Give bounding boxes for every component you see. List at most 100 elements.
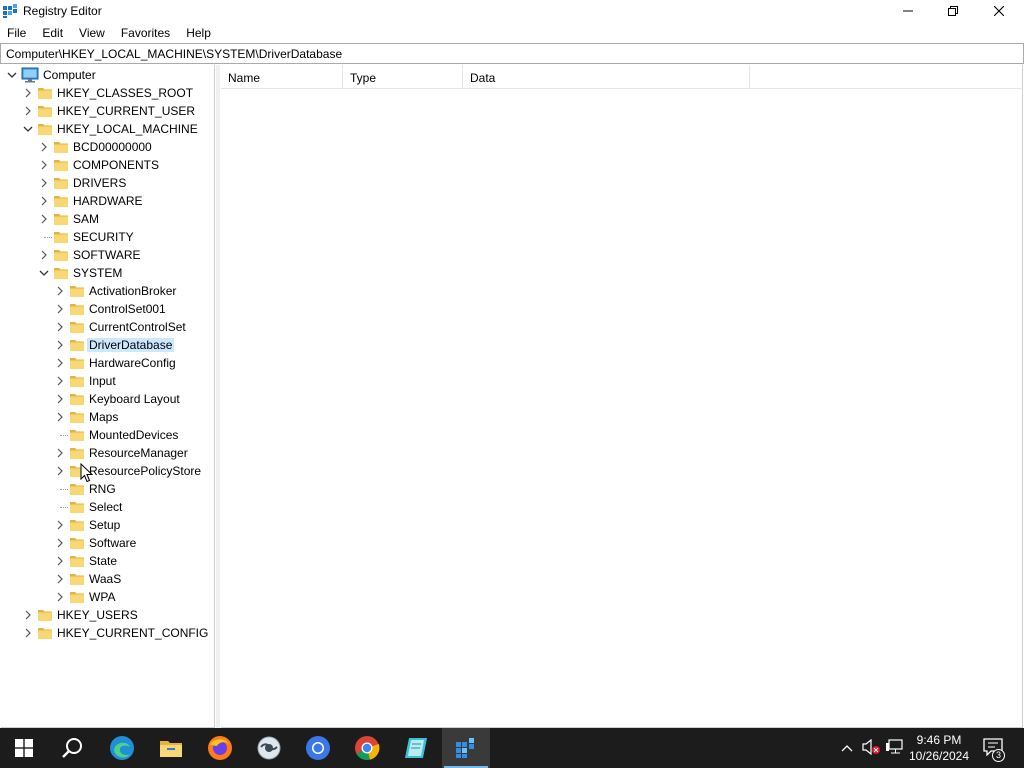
maximize-button[interactable] <box>930 0 976 22</box>
tree-node-label[interactable]: ResourceManager <box>87 446 190 460</box>
tree-node-label[interactable]: Computer <box>41 68 98 82</box>
address-path[interactable]: Computer\HKEY_LOCAL_MACHINE\SYSTEM\Drive… <box>6 47 342 61</box>
address-bar[interactable]: Computer\HKEY_LOCAL_MACHINE\SYSTEM\Drive… <box>0 43 1024 64</box>
tree-node-label[interactable]: WPA <box>87 590 117 604</box>
tree-node-hkey-local-machine[interactable]: HKEY_LOCAL_MACHINE <box>1 120 214 138</box>
tree-node-hkey-users[interactable]: HKEY_USERS <box>1 606 214 624</box>
tree-node-waas[interactable]: WaaS <box>1 570 214 588</box>
tree-node-hkey-current-config[interactable]: HKEY_CURRENT_CONFIG <box>1 624 214 642</box>
tree-node-wpa[interactable]: WPA <box>1 588 214 606</box>
volume-button[interactable] <box>860 728 882 768</box>
tree-node-label[interactable]: ResourcePolicyStore <box>87 464 203 478</box>
file-explorer-button[interactable] <box>147 728 195 768</box>
tree-node-label[interactable]: Software <box>87 536 138 550</box>
title-bar[interactable]: Registry Editor <box>0 0 1024 23</box>
notepad-button[interactable] <box>392 728 440 768</box>
tree-node-label[interactable]: HKEY_LOCAL_MACHINE <box>55 122 200 136</box>
tree-node-hkey-current-user[interactable]: HKEY_CURRENT_USER <box>1 102 214 120</box>
tree-node-hardwareconfig[interactable]: HardwareConfig <box>1 354 214 372</box>
key-tree-pane[interactable]: Computer HKEY_CLASSES_ROOT HKEY_CURRENT_US… <box>1 65 215 728</box>
tree-node-label[interactable]: CurrentControlSet <box>87 320 188 334</box>
chevron-right-icon[interactable] <box>53 354 67 372</box>
column-header-type[interactable]: Type <box>343 65 463 89</box>
tree-node-label[interactable]: Setup <box>87 518 122 532</box>
menu-favorites[interactable]: Favorites <box>113 23 178 43</box>
taskbar-clock[interactable]: 9:46 PM 10/26/2024 <box>903 732 975 764</box>
search-button[interactable] <box>48 728 96 768</box>
chevron-right-icon[interactable] <box>21 624 35 642</box>
tree-node-label[interactable]: ControlSet001 <box>87 302 168 316</box>
chevron-right-icon[interactable] <box>53 390 67 408</box>
menu-view[interactable]: View <box>71 23 113 43</box>
tree-node-label[interactable]: HKEY_USERS <box>55 608 140 622</box>
chevron-right-icon[interactable] <box>37 246 51 264</box>
chevron-right-icon[interactable] <box>53 444 67 462</box>
tree-node-label[interactable]: RNG <box>87 482 118 496</box>
tree-node-label[interactable]: State <box>87 554 119 568</box>
chevron-right-icon[interactable] <box>53 552 67 570</box>
chevron-right-icon[interactable] <box>53 534 67 552</box>
chevron-right-icon[interactable] <box>53 408 67 426</box>
chevron-right-icon[interactable] <box>53 372 67 390</box>
start-button[interactable] <box>0 728 48 768</box>
firefox-button[interactable] <box>196 728 244 768</box>
tree-node-label[interactable]: BCD00000000 <box>71 140 154 154</box>
chevron-right-icon[interactable] <box>53 300 67 318</box>
tree-node-setup[interactable]: Setup <box>1 516 214 534</box>
tree-node-controlset001[interactable]: ControlSet001 <box>1 300 214 318</box>
notifications-button[interactable] <box>978 728 1008 768</box>
tree-node-label[interactable]: HKEY_CURRENT_CONFIG <box>55 626 210 640</box>
tree-node-driverdatabase[interactable]: DriverDatabase <box>1 336 214 354</box>
tree-node-label[interactable]: SECURITY <box>71 230 136 244</box>
chevron-right-icon[interactable] <box>53 588 67 606</box>
chevron-right-icon[interactable] <box>21 102 35 120</box>
tree-node-activationbroker[interactable]: ActivationBroker <box>1 282 214 300</box>
chevron-right-icon[interactable] <box>53 336 67 354</box>
chevron-right-icon[interactable] <box>53 318 67 336</box>
tree-node-components[interactable]: COMPONENTS <box>1 156 214 174</box>
tree-node-label[interactable]: Input <box>87 374 118 388</box>
edge-button[interactable] <box>98 728 146 768</box>
tree-node-label[interactable]: Keyboard Layout <box>87 392 182 406</box>
chevron-right-icon[interactable] <box>37 174 51 192</box>
menu-edit[interactable]: Edit <box>34 23 71 43</box>
tree-node-computer[interactable]: Computer <box>1 66 214 84</box>
tree-node-label[interactable]: COMPONENTS <box>71 158 161 172</box>
tray-overflow-button[interactable] <box>838 728 856 768</box>
tree-node-mounteddevices[interactable]: MountedDevices <box>1 426 214 444</box>
chevron-down-icon[interactable] <box>21 120 35 138</box>
tree-node-label[interactable]: WaaS <box>87 572 123 586</box>
chevron-right-icon[interactable] <box>53 570 67 588</box>
tree-node-keyboard-layout[interactable]: Keyboard Layout <box>1 390 214 408</box>
tree-node-label[interactable]: ActivationBroker <box>87 284 178 298</box>
tree-node-resourcepolicystore[interactable]: ResourcePolicyStore <box>1 462 214 480</box>
chevron-right-icon[interactable] <box>37 156 51 174</box>
chevron-right-icon[interactable] <box>53 462 67 480</box>
chevron-right-icon[interactable] <box>53 282 67 300</box>
pane-splitter[interactable] <box>216 65 220 728</box>
tree-node-select[interactable]: Select <box>1 498 214 516</box>
chevron-right-icon[interactable] <box>21 606 35 624</box>
values-list-pane[interactable]: Name Type Data <box>221 65 1023 728</box>
tree-node-drivers[interactable]: DRIVERS <box>1 174 214 192</box>
tree-node-label[interactable]: HARDWARE <box>71 194 145 208</box>
tree-node-label-selected[interactable]: DriverDatabase <box>87 338 175 352</box>
tree-node-label[interactable]: Maps <box>87 410 120 424</box>
menu-help[interactable]: Help <box>178 23 219 43</box>
tree-node-label[interactable]: SAM <box>71 212 101 226</box>
menu-file[interactable]: File <box>0 23 34 43</box>
column-header-name[interactable]: Name <box>221 65 343 89</box>
tree-node-hardware[interactable]: HARDWARE <box>1 192 214 210</box>
app-globe-button[interactable] <box>245 728 293 768</box>
tree-node-security[interactable]: SECURITY <box>1 228 214 246</box>
tree-node-label[interactable]: Select <box>87 500 124 514</box>
tree-node-state[interactable]: State <box>1 552 214 570</box>
tree-node-bcd00000000[interactable]: BCD00000000 <box>1 138 214 156</box>
chevron-right-icon[interactable] <box>53 516 67 534</box>
tree-node-rng[interactable]: RNG <box>1 480 214 498</box>
tree-node-software[interactable]: SOFTWARE <box>1 246 214 264</box>
chevron-right-icon[interactable] <box>37 138 51 156</box>
tree-node-label[interactable]: SOFTWARE <box>71 248 143 262</box>
chevron-down-icon[interactable] <box>5 66 19 84</box>
tree-node-sam[interactable]: SAM <box>1 210 214 228</box>
